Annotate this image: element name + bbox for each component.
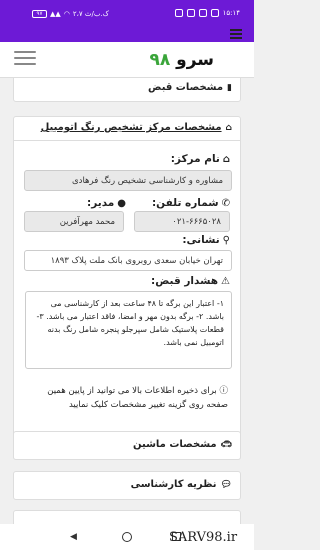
clock: ۱۵:۱۴ bbox=[222, 9, 240, 17]
warning-text: ۱- اعتبار این برگه تا ۴۸ ساعت بعد از کار… bbox=[36, 299, 224, 347]
manager-field[interactable]: محمد مهرآفرین bbox=[24, 211, 124, 232]
manager-label-wrap: ● مدیر: bbox=[87, 197, 126, 209]
center-panel-header[interactable]: ⌂ مشخصات مرکز تشخیص رنگ اتومبیل bbox=[14, 117, 240, 141]
app-notification-icon-3 bbox=[198, 9, 207, 17]
receipt-panel[interactable]: ▮ مشخصات قبض bbox=[13, 78, 241, 102]
phone-value: ۰۲۱-۶۶۶۵۰۲۸ bbox=[172, 216, 221, 227]
phone-field[interactable]: ۰۲۱-۶۶۶۵۰۲۸ bbox=[134, 211, 230, 232]
car-panel-header[interactable]: 🚗︎ مشخصات ماشین bbox=[14, 432, 240, 457]
user-icon: ● bbox=[117, 197, 126, 209]
info-note: ⓘ برای ذخیره اطلاعات بالا می توانید از پ… bbox=[28, 384, 228, 412]
app-header: سرو ۹۸ bbox=[0, 42, 254, 78]
logo-number: ۹۸ bbox=[149, 50, 171, 70]
nav-toggle-icon[interactable] bbox=[14, 51, 36, 67]
address-label: نشانی: bbox=[182, 234, 220, 246]
logo-text: سرو bbox=[176, 50, 214, 70]
expert-panel-header[interactable]: 💬︎ نظریه کارشناسی bbox=[14, 472, 240, 497]
phone-label-wrap: ✆ شماره تلفن: bbox=[152, 197, 230, 209]
center-name-label: نام مرکز: bbox=[170, 153, 220, 165]
expert-panel[interactable]: 💬︎ نظریه کارشناسی bbox=[13, 471, 241, 500]
map-marker-icon: ⚲ bbox=[222, 234, 230, 246]
network-speed: ۲،۷ ک.ب/ث bbox=[72, 10, 109, 18]
manager-value: محمد مهرآفرین bbox=[59, 216, 115, 227]
app-notification-icon-4 bbox=[210, 9, 219, 17]
car-icon: 🚗︎ bbox=[220, 439, 232, 450]
site-logo[interactable]: سرو ۹۸ bbox=[149, 50, 214, 70]
status-bar: ۹۷ ▲▲ ◠ ۲،۷ ک.ب/ث ۱۵:۱۴ bbox=[0, 0, 254, 26]
next-panel[interactable] bbox=[13, 510, 241, 524]
warning-textarea[interactable]: ۱- اعتبار این برگه تا ۴۸ ساعت بعد از کار… bbox=[25, 291, 232, 369]
center-name-field[interactable]: مشاوره و کارشناسی تشخیص رنگ فرهادی bbox=[24, 170, 232, 191]
info-circle-icon: ⓘ bbox=[219, 386, 228, 396]
center-panel: ⌂ مشخصات مرکز تشخیص رنگ اتومبیل ⌂ نام مر… bbox=[13, 116, 241, 460]
status-left: ۹۷ ▲▲ ◠ ۲،۷ ک.ب/ث bbox=[32, 10, 109, 18]
main-content: ▮ مشخصات قبض ⌂ مشخصات مرکز تشخیص رنگ اتو… bbox=[0, 78, 254, 524]
center-name-label-wrap: ⌂ نام مرکز: bbox=[171, 153, 230, 165]
warning-label-wrap: ⚠ هشدار قبض: bbox=[151, 275, 230, 287]
warning-icon: ⚠ bbox=[221, 275, 230, 287]
manager-label: مدیر: bbox=[87, 197, 115, 209]
info-note-text: برای ذخیره اطلاعات بالا می توانید از پای… bbox=[47, 386, 228, 410]
address-value: تهران خیابان سعدی روبروی بانک ملت پلاک ۱… bbox=[50, 255, 223, 266]
watermark: SARV98.ir bbox=[169, 530, 238, 545]
receipt-panel-title: مشخصات قبض bbox=[148, 82, 224, 93]
home-icon: ⌂ bbox=[222, 153, 230, 165]
status-right: ۱۵:۱۴ bbox=[174, 9, 240, 17]
wifi-icon: ◠ bbox=[63, 10, 70, 18]
app-notification-icon-2 bbox=[186, 9, 195, 17]
system-nav-bar: ◀ SARV98.ir bbox=[0, 524, 254, 550]
browser-menu-icon[interactable] bbox=[230, 29, 242, 41]
phone-label: شماره تلفن: bbox=[151, 197, 219, 209]
home-icon: ⌂ bbox=[225, 122, 232, 133]
signal-icon: ▲▲ bbox=[50, 10, 61, 18]
warning-label: هشدار قبض: bbox=[151, 275, 219, 287]
comment-icon: 💬︎ bbox=[220, 479, 232, 490]
back-icon[interactable]: ◀ bbox=[70, 532, 77, 542]
center-name-value: مشاوره و کارشناسی تشخیص رنگ فرهادی bbox=[72, 175, 223, 186]
battery-icon: ۹۷ bbox=[32, 10, 47, 18]
home-button-icon[interactable] bbox=[122, 532, 132, 542]
address-field[interactable]: تهران خیابان سعدی روبروی بانک ملت پلاک ۱… bbox=[24, 250, 232, 271]
book-icon: ▮ bbox=[227, 82, 232, 93]
expert-panel-title: نظریه کارشناسی bbox=[130, 479, 217, 490]
top-strip bbox=[0, 26, 254, 42]
address-label-wrap: ⚲ نشانی: bbox=[182, 234, 230, 246]
center-panel-title: مشخصات مرکز تشخیص رنگ اتومبیل bbox=[40, 122, 222, 133]
app-notification-icon bbox=[174, 9, 183, 17]
car-panel[interactable]: 🚗︎ مشخصات ماشین bbox=[13, 431, 241, 460]
receipt-panel-header[interactable]: ▮ مشخصات قبض bbox=[14, 78, 240, 100]
car-panel-title: مشخصات ماشین bbox=[132, 439, 217, 450]
phone-icon: ✆ bbox=[221, 197, 230, 209]
